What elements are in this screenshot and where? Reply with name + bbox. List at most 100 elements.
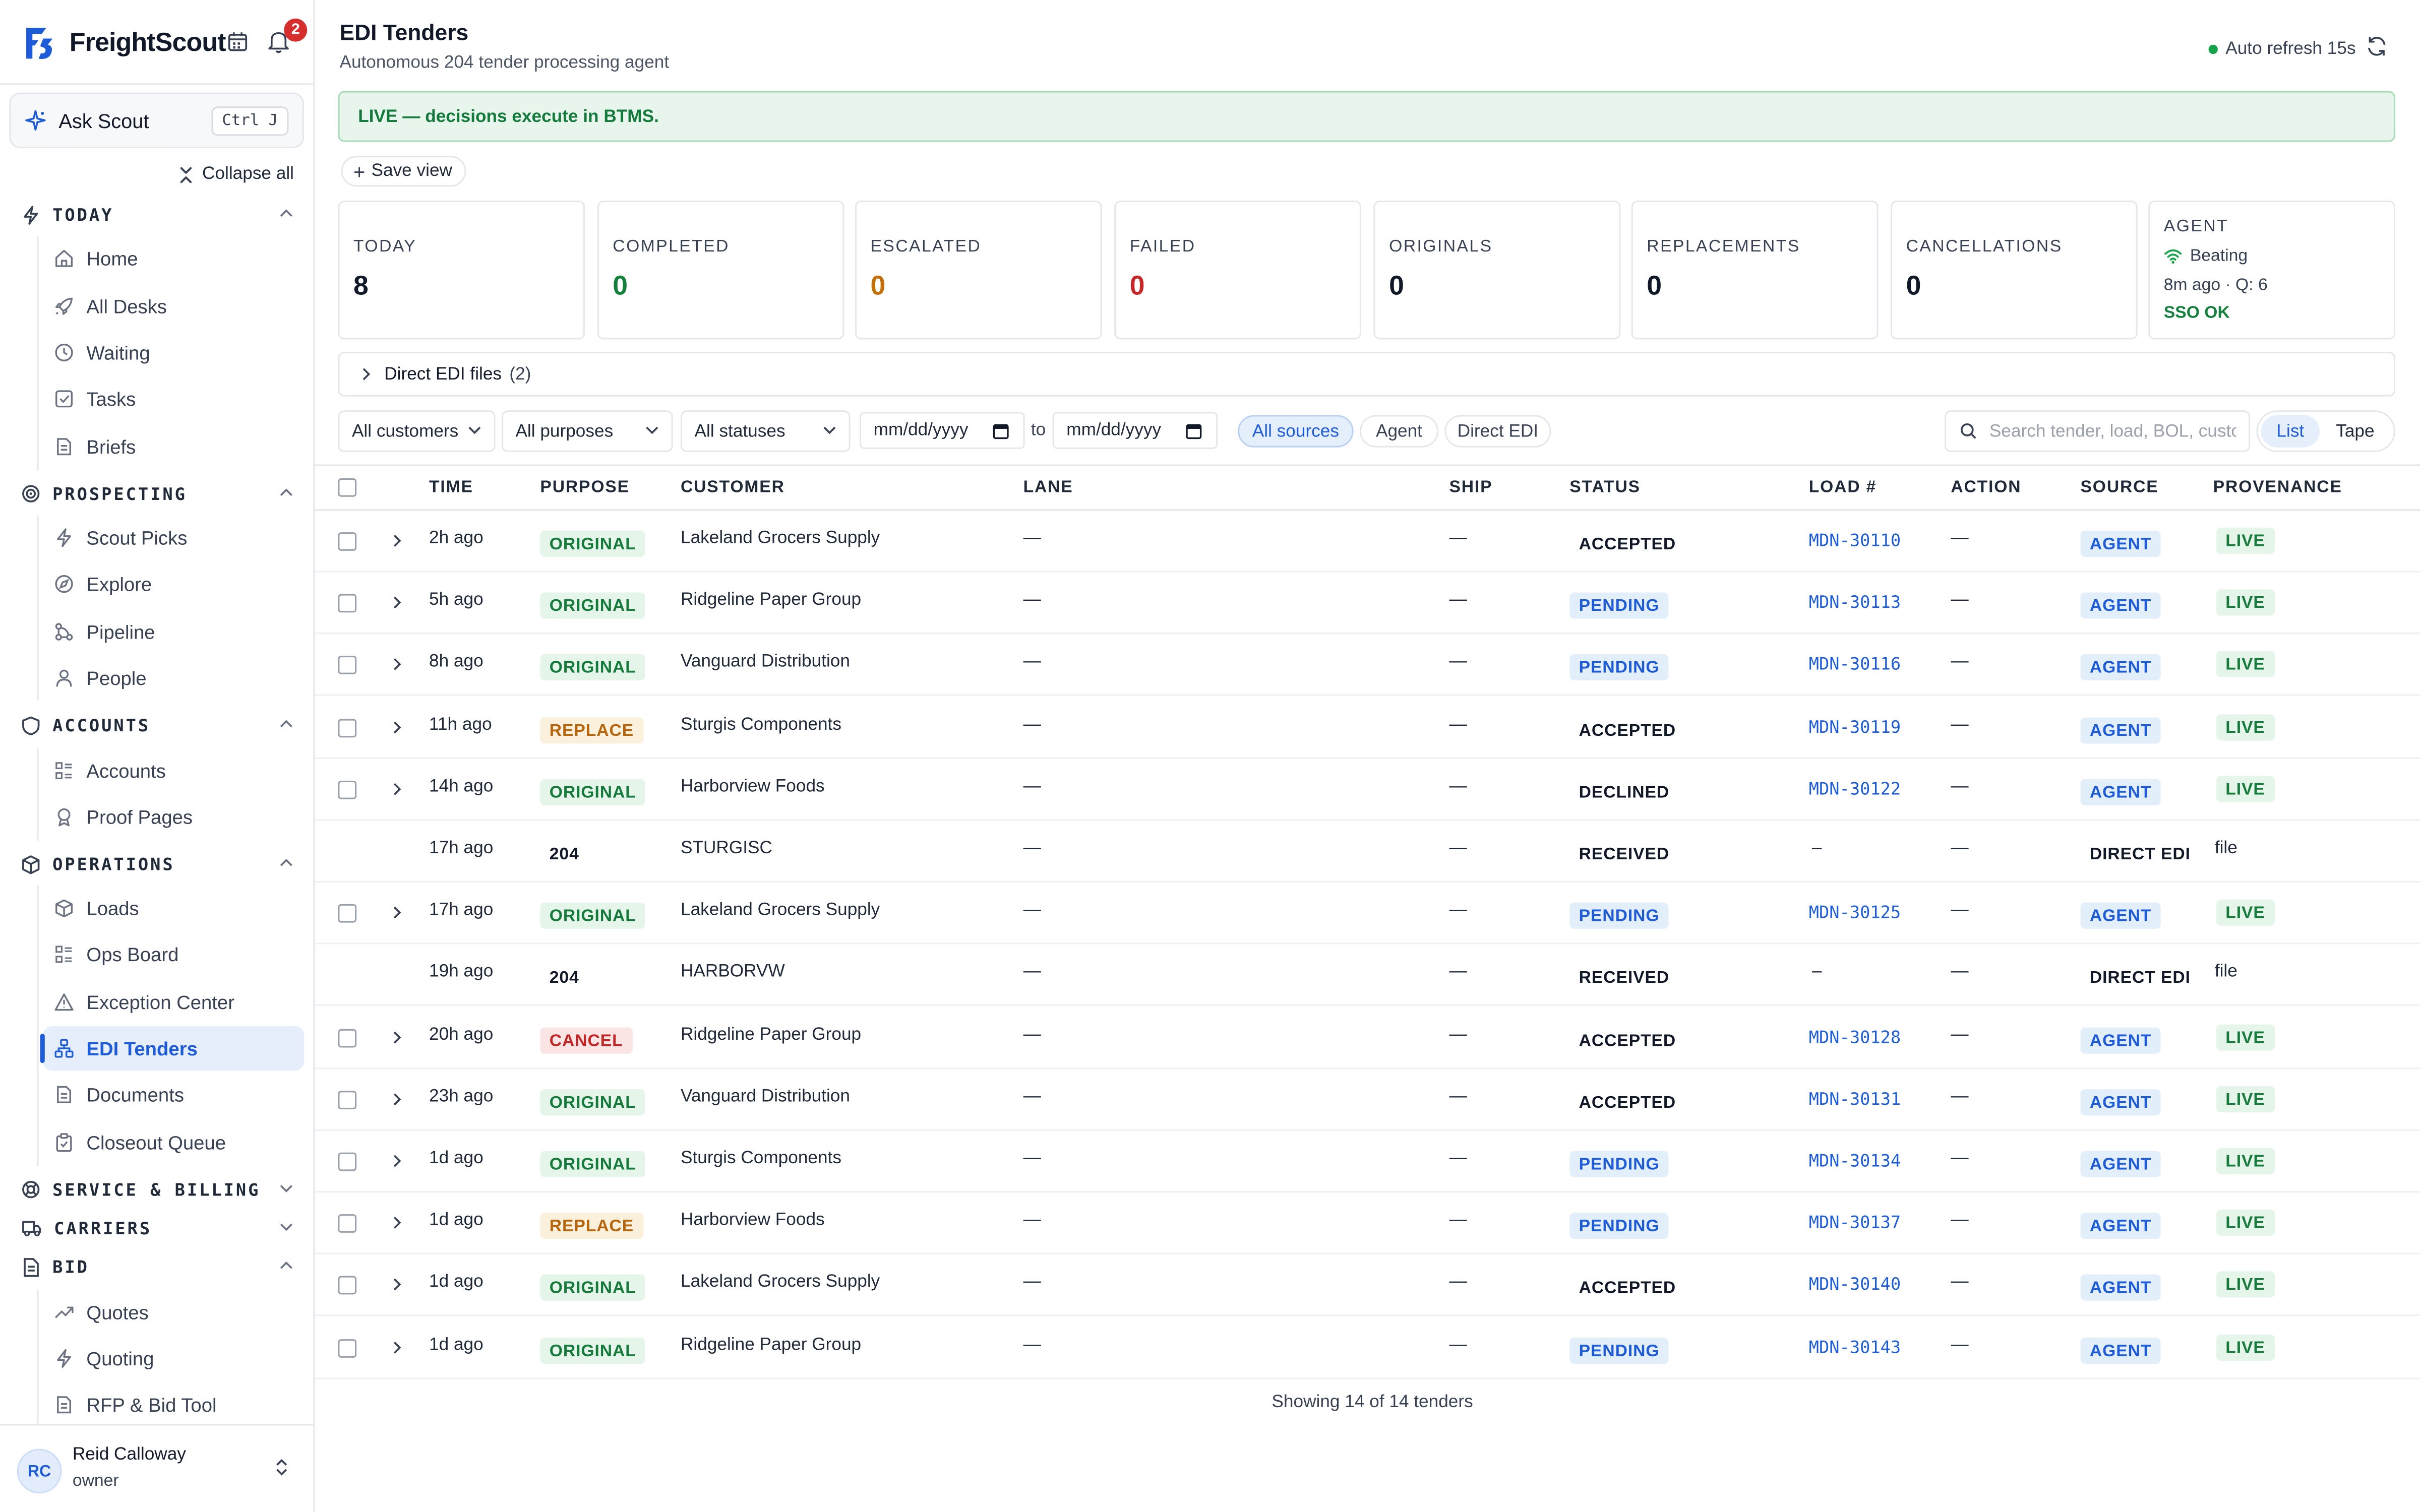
load-link[interactable]: MDN-30134 [1809,1151,1901,1171]
chevron-right-icon[interactable] [392,1278,401,1292]
sidebar-item-explore[interactable]: Explore [43,561,304,606]
table-row[interactable]: 20h ago CANCEL Ridgeline Paper Group — — ACCE… [315,1007,2420,1069]
sidebar-item-accounts[interactable]: Accounts [43,748,304,793]
date-to-input[interactable]: mm/dd/yyyy [1052,412,1218,449]
search-input[interactable] [1989,422,2236,440]
sidebar-item-closeout-queue[interactable]: Closeout Queue [43,1120,304,1165]
view-tape-button[interactable]: Tape [2320,415,2391,447]
load-link[interactable]: MDN-30143 [1809,1338,1901,1358]
row-checkbox[interactable] [338,904,357,923]
sidebar-item-briefs[interactable]: Briefs [43,424,304,469]
chevron-right-icon[interactable] [392,906,401,920]
table-row[interactable]: 2h ago ORIGINAL Lakeland Grocers Supply — — A… [315,511,2420,573]
select-all-checkbox[interactable] [338,478,357,497]
search-box[interactable] [1945,410,2251,452]
table-row[interactable]: 1d ago ORIGINAL Lakeland Grocers Supply — — A… [315,1254,2420,1316]
table-row[interactable]: 5h ago ORIGINAL Ridgeline Paper Group — — PEN… [315,573,2420,635]
table-row[interactable]: 19h ago 204 HARBORVW — — RECEIVED – — DIRECT EDI… [315,944,2420,1006]
chevron-right-icon[interactable] [392,1341,401,1355]
table-row[interactable]: 17h ago ORIGINAL Lakeland Grocers Supply — —… [315,883,2420,944]
row-checkbox[interactable] [338,594,357,613]
sidebar-item-quotes[interactable]: Quotes [43,1290,304,1335]
column-header-purpose[interactable]: PURPOSE [540,478,630,497]
refresh-icon[interactable] [2366,35,2388,57]
row-checkbox[interactable] [338,1214,357,1233]
save-view-button[interactable]: + Save view [341,156,466,187]
column-header-customer[interactable]: CUSTOMER [681,478,785,497]
table-row[interactable]: 11h ago REPLACE Sturgis Components — — ACCEPT… [315,698,2420,760]
table-row[interactable]: 8h ago ORIGINAL Vanguard Distribution — — PEN… [315,634,2420,696]
table-row[interactable]: 1d ago REPLACE Harborview Foods — — PENDING MD… [315,1192,2420,1254]
source-filter-direct-edi[interactable]: Direct EDI [1444,415,1551,448]
sidebar-item-loads[interactable]: Loads [43,886,304,930]
chevron-right-icon[interactable] [392,721,401,735]
column-header-provenance[interactable]: PROVENANCE [2213,478,2342,497]
row-checkbox[interactable] [338,1276,357,1295]
load-link[interactable]: MDN-30128 [1809,1028,1901,1048]
view-list-button[interactable]: List [2261,415,2320,448]
sidebar-item-all-desks[interactable]: All Desks [43,284,304,329]
chevron-right-icon[interactable] [392,657,401,671]
load-link[interactable]: MDN-30125 [1809,903,1901,923]
load-link[interactable]: MDN-30119 [1809,717,1901,737]
source-filter-agent[interactable]: Agent [1359,415,1439,448]
section-bid[interactable]: BID [22,1253,296,1281]
chevron-right-icon[interactable] [392,534,401,548]
sidebar-item-edi-tenders[interactable]: EDI Tenders [40,1026,305,1071]
sidebar-item-pipeline[interactable]: Pipeline [43,609,304,654]
section-service-billing[interactable]: SERVICE & BILLING [22,1176,296,1204]
auto-refresh-status[interactable]: Auto refresh 15s [2208,37,2356,61]
load-link[interactable]: MDN-30131 [1809,1089,1901,1109]
section-accounts[interactable]: ACCOUNTS [22,711,296,739]
section-carriers[interactable]: CARRIERS [22,1214,296,1242]
column-header-time[interactable]: TIME [429,478,473,497]
column-header-ship[interactable]: SHIP [1449,478,1492,497]
row-checkbox[interactable] [338,1339,357,1358]
table-row[interactable]: 1d ago ORIGINAL Ridgeline Paper Group — — PEN… [315,1317,2420,1379]
sidebar-item-proof-pages[interactable]: Proof Pages [43,795,304,840]
sidebar-item-tasks[interactable]: Tasks [43,376,304,421]
sidebar-item-scout-picks[interactable]: Scout Picks [43,515,304,560]
sidebar-item-people[interactable]: People [43,656,304,701]
ask-scout-button[interactable]: Ask Scout Ctrl J [9,92,305,148]
load-link[interactable]: MDN-30116 [1809,654,1901,674]
sidebar-item-exception-center[interactable]: Exception Center [43,980,304,1025]
user-menu[interactable]: RC Reid Calloway owner [0,1424,315,1511]
sidebar-item-waiting[interactable]: Waiting [43,330,304,375]
row-checkbox[interactable] [338,719,357,738]
load-link[interactable]: MDN-30122 [1809,779,1901,799]
sidebar-item-home[interactable]: Home [43,236,304,281]
row-checkbox[interactable] [338,1152,357,1171]
row-checkbox[interactable] [338,1029,357,1048]
table-row[interactable]: 14h ago ORIGINAL Harborview Foods — — DECLINE… [315,759,2420,821]
sidebar-item-documents[interactable]: Documents [43,1073,304,1117]
column-header-lane[interactable]: LANE [1023,478,1073,497]
sidebar-item-quoting[interactable]: Quoting [43,1336,304,1381]
collapse-all-button[interactable]: Collapse all [179,165,294,183]
table-row[interactable]: 17h ago 204 STURGISC — — RECEIVED – — DIRECT EDI… [315,821,2420,883]
direct-edi-files-toggle[interactable]: Direct EDI files (2) [338,351,2395,397]
customer-filter[interactable]: All customers [338,410,496,452]
purpose-filter[interactable]: All purposes [501,410,673,452]
source-filter-all[interactable]: All sources [1238,415,1354,448]
column-header-source[interactable]: SOURCE [2080,478,2158,497]
load-link[interactable]: MDN-30140 [1809,1275,1901,1295]
row-checkbox[interactable] [338,532,357,551]
chevron-right-icon[interactable] [392,1031,401,1045]
column-header-load[interactable]: LOAD # [1809,478,1877,497]
row-checkbox[interactable] [338,656,357,674]
load-link[interactable]: MDN-30137 [1809,1213,1901,1233]
status-filter[interactable]: All statuses [680,410,851,452]
sidebar-item-rfp-bid-tool[interactable]: RFP & Bid Tool [43,1382,304,1427]
table-row[interactable]: 1d ago ORIGINAL Sturgis Components — — PENDIN… [315,1131,2420,1193]
table-row[interactable]: 23h ago ORIGINAL Vanguard Distribution — — AC… [315,1069,2420,1131]
chevron-right-icon[interactable] [392,596,401,610]
view-toggle[interactable]: List Tape [2256,410,2395,452]
load-link[interactable]: MDN-30110 [1809,531,1901,551]
chevron-right-icon[interactable] [392,782,401,796]
chevron-right-icon[interactable] [392,1216,401,1230]
chevron-right-icon[interactable] [392,1092,401,1106]
section-operations[interactable]: OPERATIONS [22,850,296,878]
date-from-input[interactable]: mm/dd/yyyy [860,412,1025,449]
column-header-action[interactable]: ACTION [1951,478,2021,497]
